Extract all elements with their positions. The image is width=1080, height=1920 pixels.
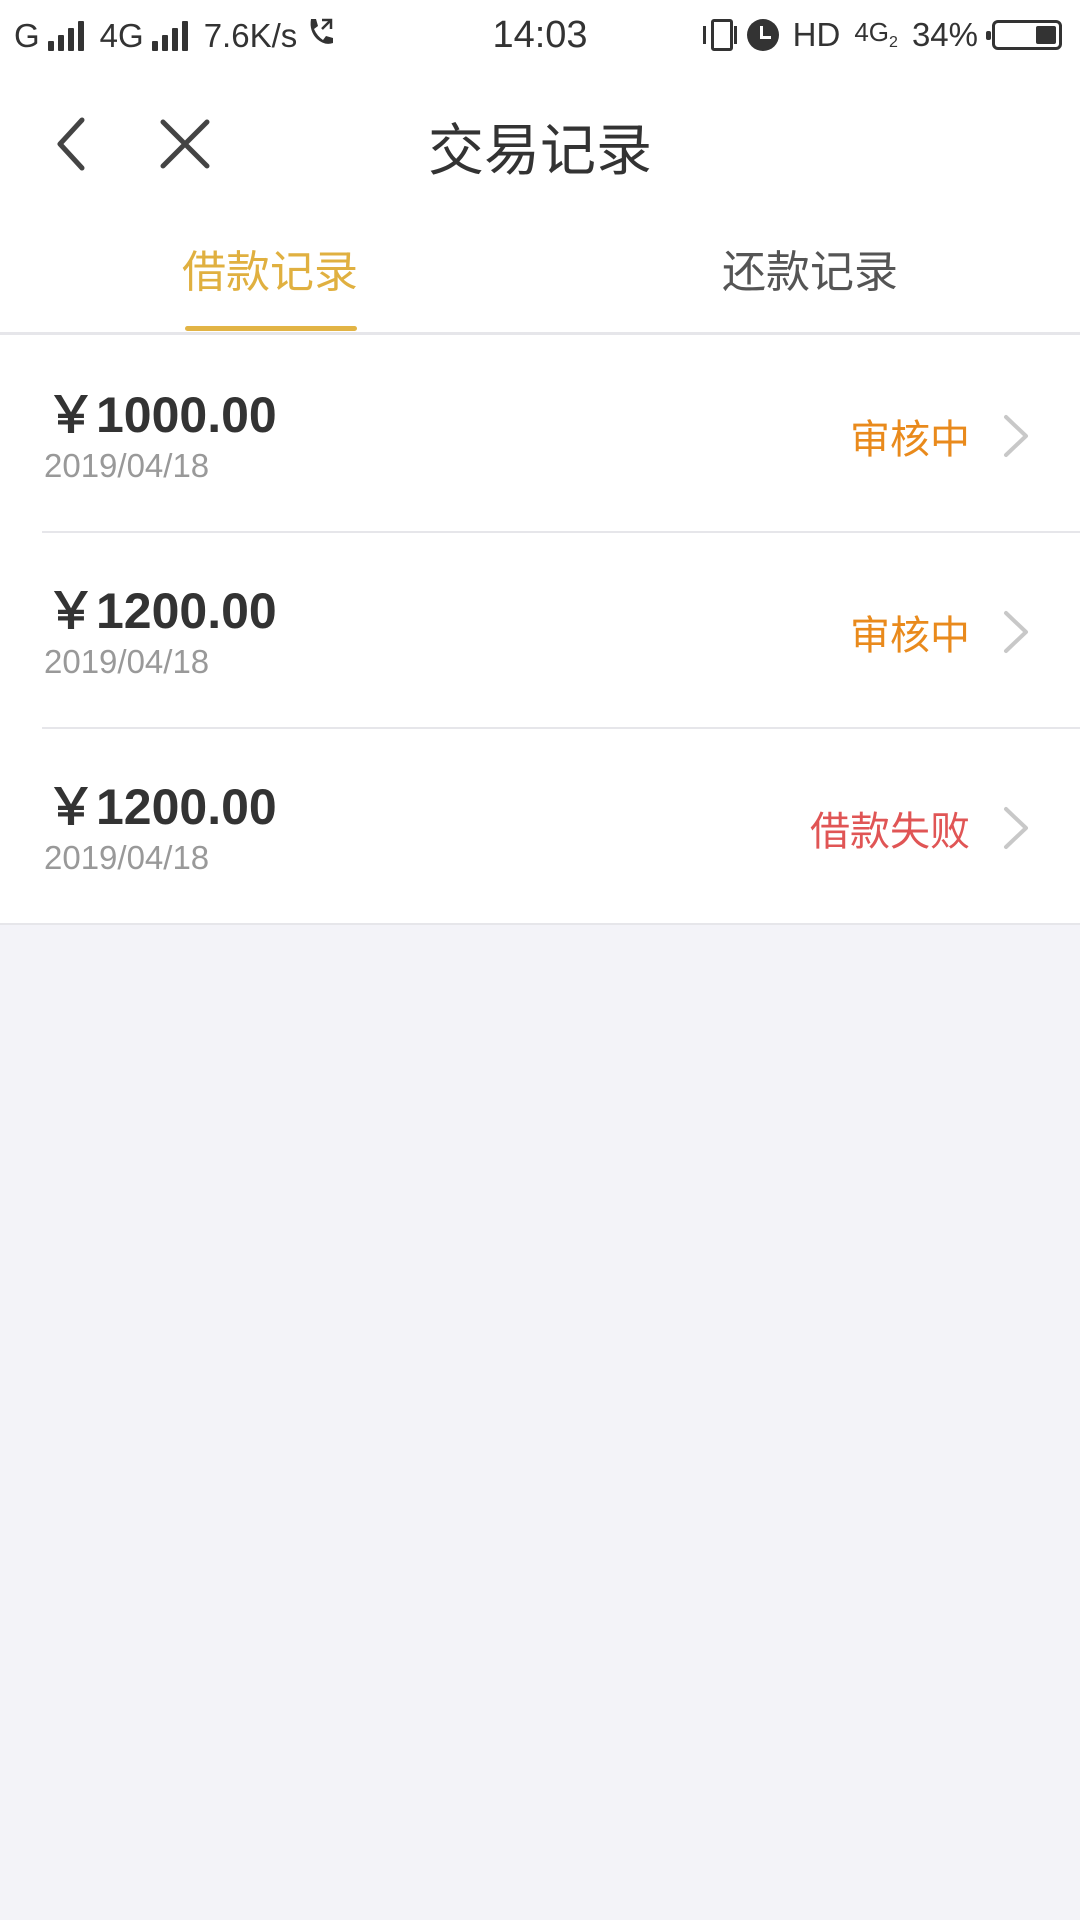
chevron-right-icon: [1004, 611, 1028, 653]
network-type: 4G2: [854, 17, 898, 52]
record-date: 2019/04/18: [44, 643, 210, 680]
chevron-right-icon: [1004, 807, 1028, 849]
battery-fill: [1036, 26, 1056, 44]
tab-loan-records[interactable]: 借款记录: [90, 236, 450, 300]
status-bar: G 4G 7.6K/s 14:03 HD 4G2 34%: [0, 0, 1080, 76]
battery-icon: [986, 20, 1062, 50]
record-list: ￥1000.00 2019/04/18 审核中 ￥1200.00 2019/04…: [0, 335, 1080, 925]
alarm-icon: [746, 19, 779, 51]
record-status: 审核中: [850, 613, 970, 659]
hd-label: HD: [792, 16, 841, 53]
chevron-right-icon: [1004, 415, 1028, 457]
nav-header: 交易记录: [0, 76, 1080, 206]
active-tab-indicator: [185, 326, 357, 331]
record-tabs: 借款记录 还款记录: [0, 206, 1080, 335]
battery-percent: 34%: [911, 16, 978, 53]
network-label: 4G: [854, 17, 890, 48]
status-right: HD 4G2 34%: [702, 16, 1062, 54]
record-amount: ￥1200.00: [46, 779, 277, 835]
record-date: 2019/04/18: [44, 839, 210, 876]
record-date: 2019/04/18: [44, 447, 210, 484]
list-item[interactable]: ￥1200.00 2019/04/18 借款失败: [0, 727, 1080, 923]
network-sim: 2: [889, 34, 898, 52]
page-title: 交易记录: [428, 119, 652, 184]
record-amount: ￥1000.00: [46, 387, 277, 443]
vibrate-icon: [702, 19, 737, 51]
record-status: 审核中: [850, 417, 970, 463]
list-item[interactable]: ￥1200.00 2019/04/18 审核中: [0, 531, 1080, 727]
record-status: 借款失败: [810, 809, 970, 855]
list-item[interactable]: ￥1000.00 2019/04/18 审核中: [0, 335, 1080, 531]
tab-repayment-records[interactable]: 还款记录: [630, 236, 990, 300]
record-amount: ￥1200.00: [46, 583, 277, 639]
